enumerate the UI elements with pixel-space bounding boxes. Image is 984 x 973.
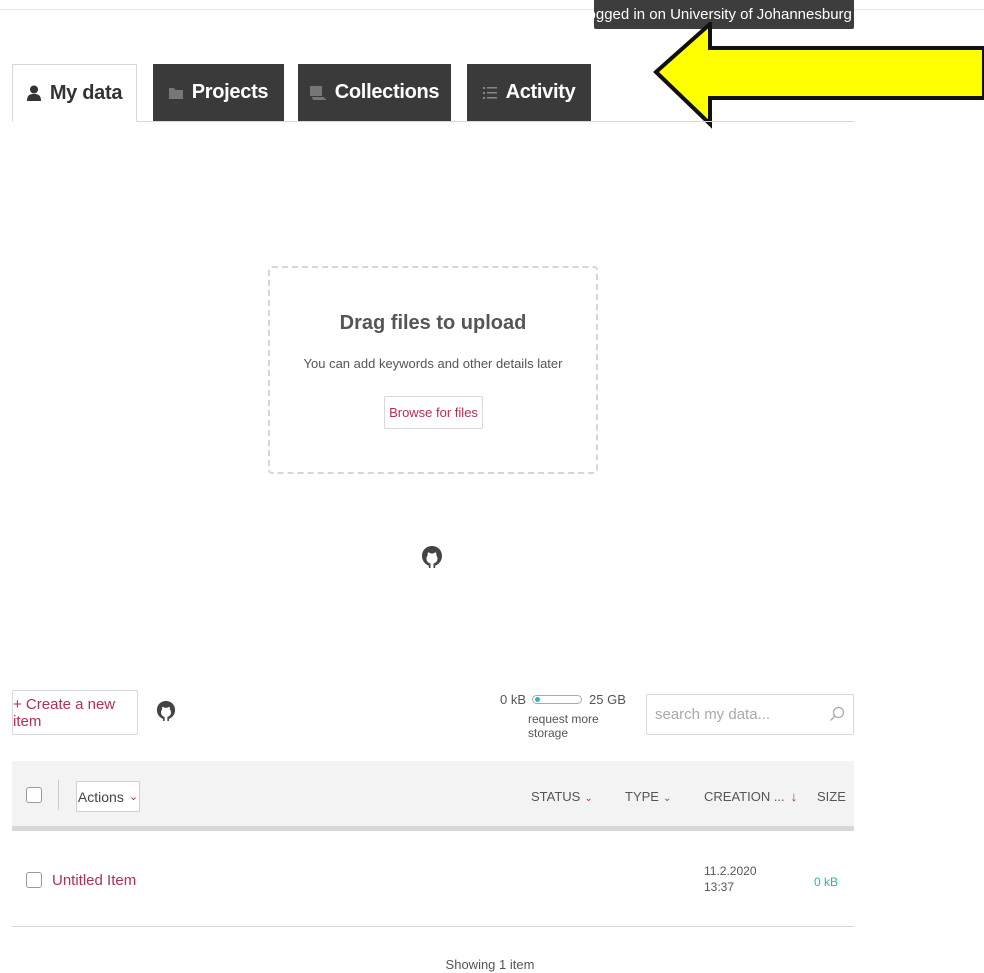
search-input[interactable] <box>653 705 817 724</box>
dropzone-subtitle: You can add keywords and other details l… <box>303 356 563 371</box>
collections-icon <box>309 85 326 100</box>
tab-projects[interactable]: Projects <box>153 64 284 121</box>
github-icon[interactable] <box>421 545 443 569</box>
storage-bar <box>532 695 583 704</box>
tab-label: Activity <box>505 81 576 103</box>
chevron-down-icon: ⌄ <box>662 793 672 804</box>
storage-indicator: 0 kB 25 GB request more storage <box>500 692 630 740</box>
chevron-down-icon: ⌄ <box>128 791 139 803</box>
column-creation[interactable]: CREATION ... ↓ <box>704 789 797 804</box>
showing-count: Showing 1 item <box>445 957 535 972</box>
storage-bar-fill <box>535 697 541 702</box>
item-date: 11.2.2020 <box>704 864 757 878</box>
tab-label: My data <box>49 81 123 104</box>
column-status-label: STATUS <box>531 789 581 804</box>
column-type-label: TYPE <box>625 789 659 804</box>
actions-label: Actions <box>77 788 124 805</box>
github-icon[interactable] <box>156 700 176 722</box>
search-box[interactable] <box>646 694 854 735</box>
folder-icon <box>168 87 183 99</box>
tab-label: Collections <box>334 81 440 103</box>
dropzone-title: Drag files to upload <box>339 312 527 334</box>
actions-dropdown[interactable]: Actions ⌄ <box>76 781 140 812</box>
storage-total: 25 GB <box>589 692 626 707</box>
browse-files-button[interactable]: Browse for files <box>384 396 483 429</box>
select-all-checkbox[interactable] <box>26 787 42 803</box>
item-title-link[interactable]: Untitled Item <box>52 872 136 889</box>
column-size[interactable]: SIZE <box>817 789 846 804</box>
column-status[interactable]: STATUS ⌄ <box>531 789 593 804</box>
column-type[interactable]: TYPE ⌄ <box>625 789 671 804</box>
item-time: 13:37 <box>704 880 735 894</box>
item-creation-date: 11.2.2020 13:37 <box>704 863 757 895</box>
storage-used: 0 kB <box>500 692 527 707</box>
request-storage-link[interactable]: request more storage <box>500 712 630 740</box>
list-icon <box>482 86 497 99</box>
sort-down-icon: ↓ <box>790 789 798 804</box>
user-icon <box>26 85 41 101</box>
table-row[interactable]: Untitled Item 11.2.2020 13:37 0 kB <box>12 835 854 927</box>
login-banner-text: Logged in on University of Johannesburg <box>594 6 852 23</box>
tab-my-data[interactable]: My data <box>12 64 137 122</box>
tabs-baseline <box>12 121 854 122</box>
create-new-item-button[interactable]: + Create a new item <box>12 690 138 735</box>
header-divider <box>58 780 59 810</box>
row-checkbox[interactable] <box>26 872 42 888</box>
search-icon[interactable] <box>829 706 845 722</box>
chevron-down-icon: ⌄ <box>584 793 593 804</box>
tab-activity[interactable]: Activity <box>467 64 591 121</box>
item-size: 0 kB <box>814 875 839 889</box>
upload-dropzone[interactable]: Drag files to upload You can add keyword… <box>268 266 598 474</box>
column-creation-label: CREATION ... <box>704 789 785 804</box>
tab-label: Projects <box>191 81 269 103</box>
tab-collections[interactable]: Collections <box>298 64 451 121</box>
main-tabs: My data Projects Collections Activity <box>12 64 854 122</box>
table-header: Actions ⌄ STATUS ⌄ TYPE ⌄ CREATION ... ↓ SI… <box>12 761 854 831</box>
column-size-label: SIZE <box>817 789 846 804</box>
